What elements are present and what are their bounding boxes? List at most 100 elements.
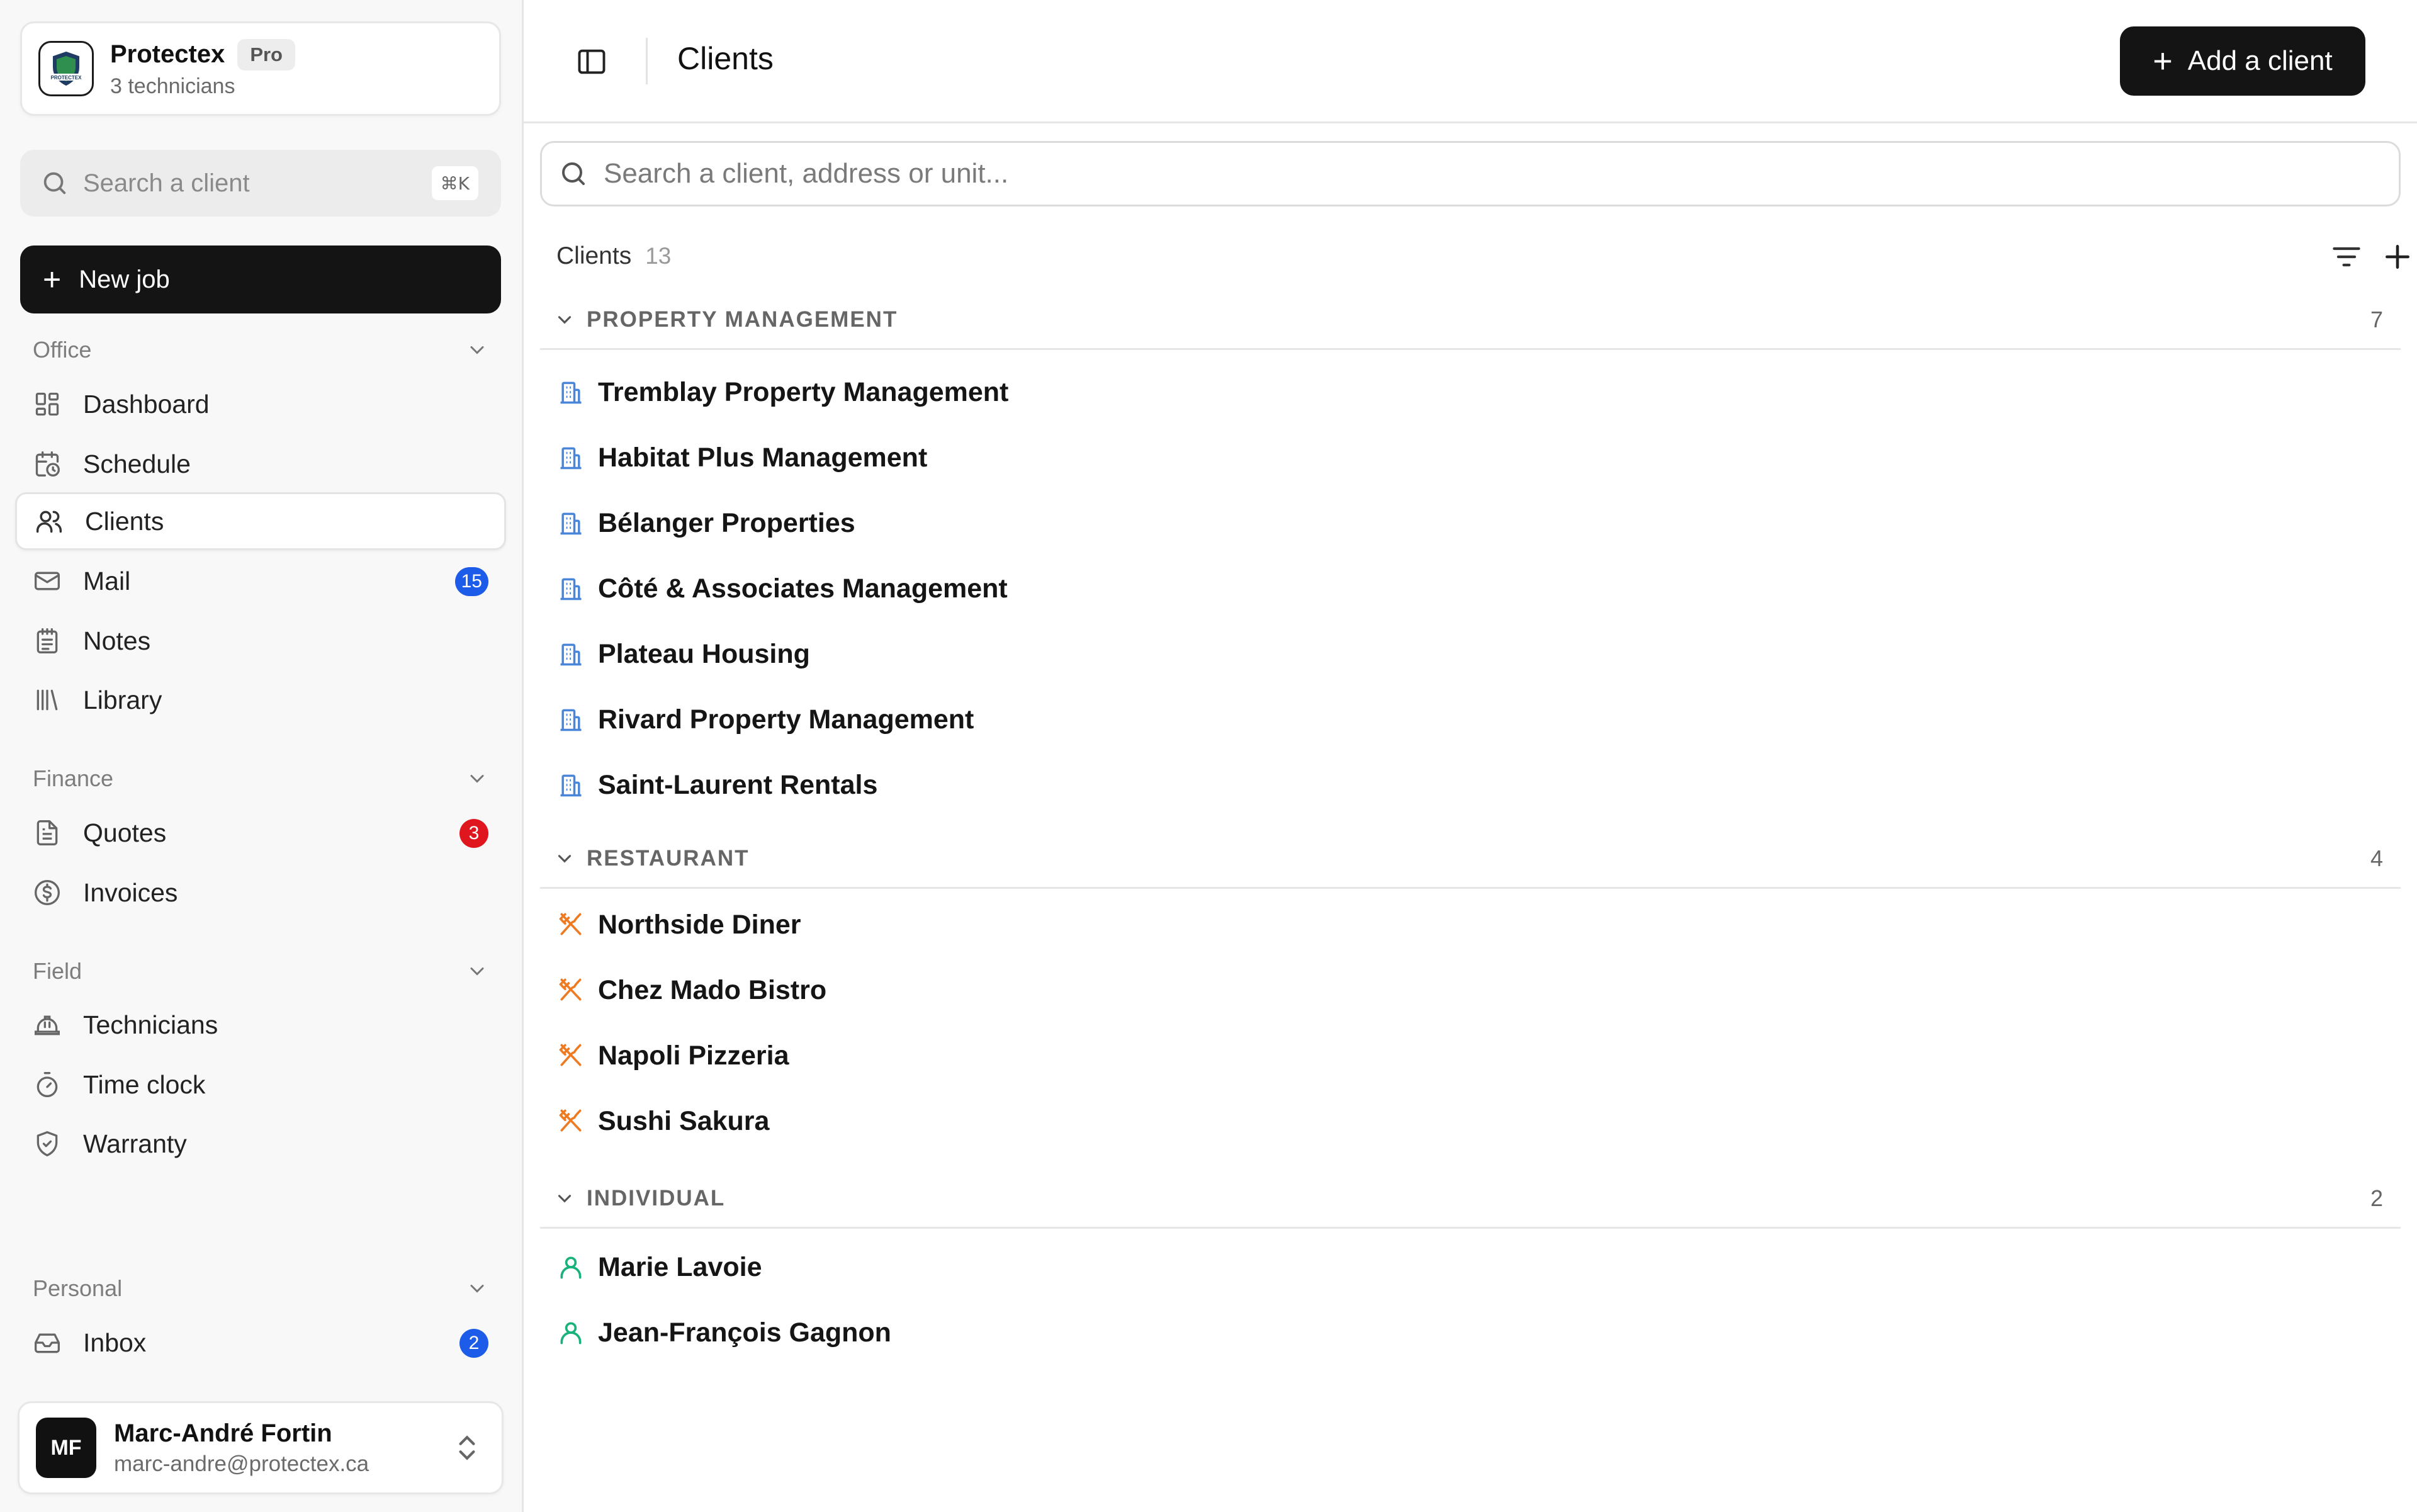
section-finance[interactable]: Finance (33, 765, 488, 792)
org-logo: PROTECTEX (38, 41, 94, 96)
building-icon (556, 443, 585, 472)
client-name: Marie Lavoie (598, 1251, 762, 1282)
chevron-down-icon (470, 775, 484, 783)
client-search-placeholder: Search a client, address or unit... (604, 158, 1009, 189)
dollar-circle-icon (33, 878, 62, 907)
page-header: Clients + Add a client (524, 0, 2417, 123)
section-title: Office (33, 337, 92, 363)
client-row[interactable]: Chez Mado Bistro (556, 966, 2394, 1014)
sidebar-panel-icon (578, 49, 606, 74)
chevron-down-icon (558, 1194, 572, 1202)
client-row[interactable]: Marie Lavoie (556, 1243, 2394, 1291)
client-row[interactable]: Côté & Associates Management (556, 565, 2394, 612)
client-name: Rivard Property Management (598, 704, 974, 735)
stopwatch-icon (33, 1070, 62, 1099)
client-name: Jean-François Gagnon (598, 1317, 891, 1348)
client-name: Chez Mado Bistro (598, 974, 827, 1005)
page-title: Clients (677, 41, 774, 76)
notes-icon (33, 626, 62, 655)
person-icon (556, 1318, 585, 1347)
chevron-down-icon (558, 315, 572, 324)
client-row[interactable]: Napoli Pizzeria (556, 1032, 2394, 1080)
sidebar-item-mail[interactable]: Mail 15 (15, 552, 506, 610)
sidebar-item-inbox[interactable]: Inbox 2 (15, 1314, 506, 1372)
client-row[interactable]: Northside Diner (556, 901, 2394, 949)
plus-icon: + (43, 262, 62, 297)
sidebar-item-quotes[interactable]: Quotes 3 (15, 804, 506, 862)
utensils-icon (556, 910, 585, 939)
avatar: MF (36, 1418, 96, 1478)
sidebar-item-notes[interactable]: Notes (15, 612, 506, 670)
sidebar-search-placeholder: Search a client (83, 169, 250, 197)
section-title: Finance (33, 765, 114, 791)
chevron-down-icon (470, 968, 484, 976)
sidebar-item-label: Technicians (83, 1010, 218, 1039)
client-row[interactable]: Bélanger Properties (556, 499, 2394, 547)
client-row[interactable]: Habitat Plus Management (556, 434, 2394, 482)
chevron-down-icon (558, 854, 572, 862)
sidebar-item-time-clock[interactable]: Time clock (15, 1056, 506, 1114)
group-count: 2 (2370, 1185, 2383, 1211)
dashboard-icon (33, 390, 62, 419)
client-row[interactable]: Plateau Housing (556, 630, 2394, 678)
add-client-button[interactable]: + Add a client (2120, 26, 2365, 96)
sidebar-item-invoices[interactable]: Invoices (15, 864, 506, 922)
user-menu[interactable]: MF Marc-André Fortin marc-andre@protecte… (18, 1401, 504, 1494)
client-name: Côté & Associates Management (598, 573, 1008, 604)
utensils-icon (556, 1041, 585, 1070)
add-icon[interactable] (2382, 241, 2413, 273)
user-email: marc-andre@protectex.ca (114, 1451, 369, 1476)
section-personal[interactable]: Personal (33, 1275, 488, 1302)
utensils-icon (556, 976, 585, 1005)
svg-text:PROTECTEX: PROTECTEX (51, 75, 82, 81)
sidebar-item-label: Inbox (83, 1328, 147, 1357)
client-row[interactable]: Sushi Sakura (556, 1097, 2394, 1145)
client-search-input[interactable]: Search a client, address or unit... (540, 141, 2401, 206)
sidebar-item-label: Quotes (83, 818, 167, 847)
main-content: Clients + Add a client Search a client, … (524, 0, 2417, 1512)
building-icon (556, 770, 585, 799)
sidebar-item-library[interactable]: Library (15, 671, 506, 729)
chevron-down-icon (470, 346, 484, 354)
library-icon (33, 685, 62, 714)
sidebar-item-schedule[interactable]: Schedule (15, 435, 506, 493)
client-row[interactable]: Jean-François Gagnon (556, 1309, 2394, 1357)
building-icon (556, 705, 585, 734)
mail-count-badge: 15 (454, 567, 488, 596)
sidebar-item-warranty[interactable]: Warranty (15, 1115, 506, 1173)
clients-count: 13 (645, 243, 672, 269)
clients-list-header: Clients 13 (556, 240, 2413, 272)
group-header[interactable]: RESTAURANT 4 (540, 830, 2401, 889)
quotes-count-badge: 3 (459, 819, 488, 848)
sidebar-item-label: Warranty (83, 1129, 187, 1158)
sidebar-item-clients[interactable]: Clients (15, 492, 506, 550)
client-row[interactable]: Tremblay Property Management (556, 368, 2394, 416)
sidebar-item-label: Invoices (83, 877, 178, 907)
client-name: Tremblay Property Management (598, 376, 1009, 407)
sidebar-item-dashboard[interactable]: Dashboard (15, 375, 506, 433)
client-name: Napoli Pizzeria (598, 1040, 789, 1071)
group-header[interactable]: INDIVIDUAL 2 (540, 1170, 2401, 1229)
sidebar-item-technicians[interactable]: Technicians (15, 996, 506, 1054)
client-name: Saint-Laurent Rentals (598, 769, 878, 800)
mail-icon (33, 567, 62, 595)
new-job-button[interactable]: + New job (20, 245, 501, 313)
sidebar-toggle-button[interactable] (575, 45, 608, 78)
search-icon (562, 162, 585, 185)
users-icon (35, 507, 64, 536)
client-row[interactable]: Saint-Laurent Rentals (556, 761, 2394, 809)
client-name: Habitat Plus Management (598, 442, 928, 473)
section-office[interactable]: Office (33, 337, 488, 363)
section-field[interactable]: Field (33, 958, 488, 984)
org-switcher[interactable]: PROTECTEX Protectex Pro 3 technicians (20, 21, 501, 116)
sidebar-item-label: Mail (83, 566, 131, 595)
filter-icon[interactable] (2330, 240, 2363, 273)
add-client-label: Add a client (2187, 45, 2333, 76)
group-name: RESTAURANT (587, 845, 750, 871)
sidebar-item-label: Dashboard (83, 389, 210, 419)
client-name: Sushi Sakura (598, 1105, 770, 1136)
sidebar-search[interactable]: Search a client ⌘K (20, 150, 501, 217)
group-header[interactable]: PROPERTY MANAGEMENT 7 (540, 291, 2401, 350)
client-row[interactable]: Rivard Property Management (556, 696, 2394, 743)
org-name: Protectex (110, 40, 225, 68)
